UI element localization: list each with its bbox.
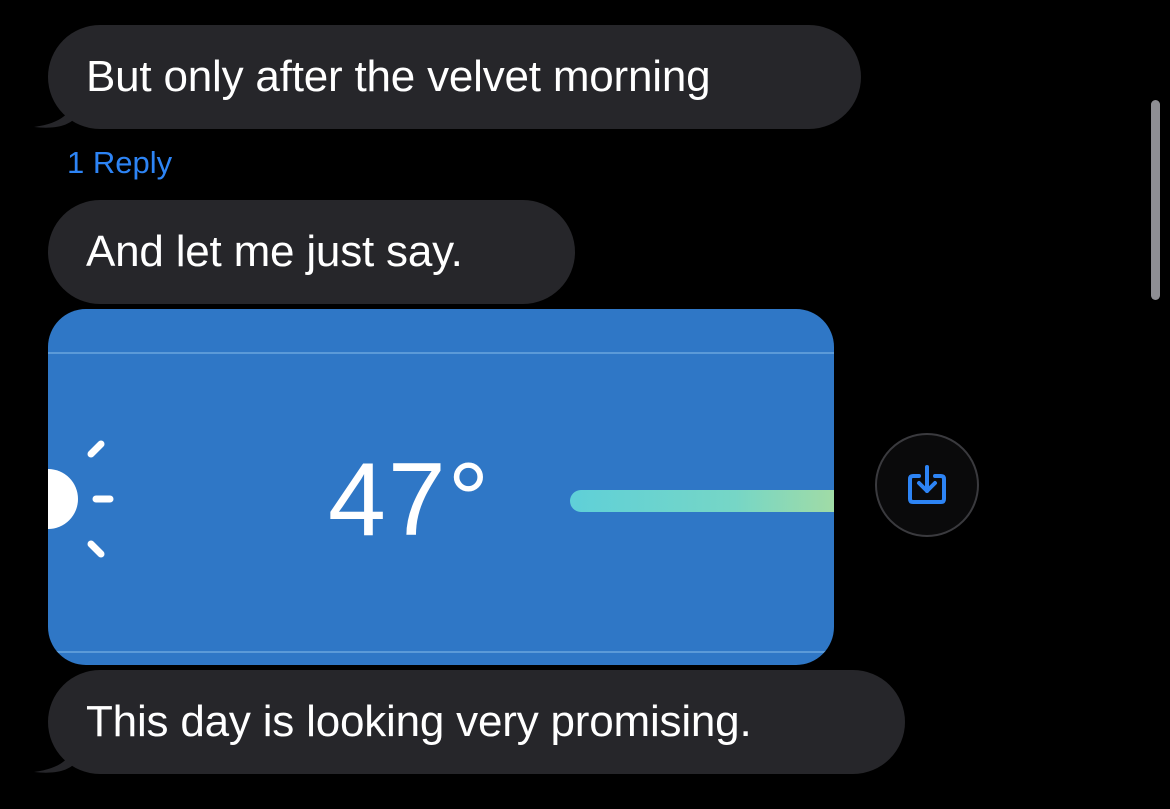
sun-icon <box>48 440 114 558</box>
save-download-icon <box>908 465 946 504</box>
message-text: This day is looking very promising. <box>86 697 752 746</box>
weather-image-attachment[interactable]: 47° <box>48 309 834 665</box>
save-image-button[interactable] <box>875 433 979 537</box>
divider <box>48 352 834 354</box>
message-bubble[interactable]: And let me just say. <box>48 200 575 304</box>
message-text: And let me just say. <box>86 227 463 276</box>
scrollbar[interactable] <box>1151 100 1160 300</box>
message-bubble[interactable]: But only after the velvet morning <box>34 25 861 129</box>
bubble-tail <box>34 740 76 773</box>
message-text: But only after the velvet morning <box>86 52 711 101</box>
temperature-range-bar <box>570 490 834 512</box>
bubble-tail <box>34 95 76 128</box>
message-bubble[interactable]: This day is looking very promising. <box>34 670 905 774</box>
divider <box>48 651 834 653</box>
temperature-value: 47° <box>328 442 492 558</box>
reply-count-link[interactable]: 1 Reply <box>67 145 172 181</box>
